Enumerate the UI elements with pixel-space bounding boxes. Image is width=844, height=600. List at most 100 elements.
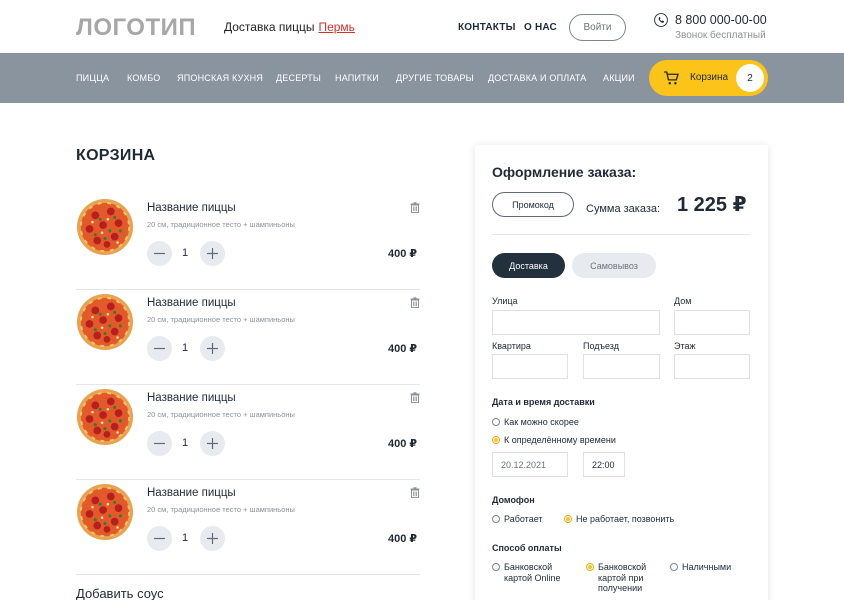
apartment-label: Квартира [492, 341, 531, 351]
pizza-image [76, 483, 134, 541]
order-sum-value: 1 225 ₽ [677, 194, 747, 216]
cart-button[interactable]: Корзина 2 [649, 60, 768, 96]
radio-intercom-works-label[interactable]: Работает [504, 514, 543, 525]
trash-icon[interactable] [410, 202, 420, 213]
radio-intercom-broken-label[interactable]: Не работает, позвонить [576, 514, 674, 525]
trash-icon[interactable] [410, 487, 420, 498]
item-price: 400 ₽ [388, 248, 418, 260]
time-input[interactable] [583, 452, 625, 477]
apartment-input[interactable] [492, 354, 568, 379]
date-input[interactable] [492, 452, 568, 477]
item-description: 20 см, традиционное тесто + шампиньоны [147, 505, 295, 514]
item-price: 400 ₽ [388, 533, 418, 545]
trash-icon[interactable] [410, 392, 420, 403]
house-input[interactable] [674, 310, 750, 335]
nav-item-other[interactable]: ДРУГИЕ ТОВАРЫ [396, 73, 474, 83]
floor-input[interactable] [674, 354, 750, 379]
radio-intercom-works[interactable] [492, 515, 500, 523]
radio-scheduled[interactable] [492, 436, 500, 444]
phone-subtitle: Звонок бесплатный [675, 30, 766, 41]
plus-icon [207, 438, 218, 449]
datetime-title: Дата и время доставки [492, 397, 595, 407]
decrease-button[interactable] [147, 336, 172, 361]
minus-icon [154, 347, 165, 350]
increase-button[interactable] [200, 241, 225, 266]
intercom-title: Домофон [492, 495, 535, 505]
decrease-button[interactable] [147, 241, 172, 266]
divider [76, 574, 420, 575]
item-description: 20 см, традиционное тесто + шампиньоны [147, 315, 295, 324]
cart-item: Название пиццы 20 см, традиционное тесто… [76, 480, 420, 575]
item-name: Название пиццы [147, 487, 236, 499]
cart-item: Название пиццы 20 см, традиционное тесто… [76, 385, 420, 480]
radio-card-courier[interactable] [586, 563, 594, 571]
pizza-image [76, 388, 134, 446]
decrease-button[interactable] [147, 526, 172, 551]
contacts-link[interactable]: КОНТАКТЫ [458, 22, 516, 33]
plus-icon [207, 248, 218, 259]
nav-item-pizza[interactable]: ПИЦЦА [76, 73, 109, 83]
promo-button[interactable]: Промокод [492, 192, 574, 217]
order-panel: Оформление заказа: Промокод Сумма заказа… [475, 145, 768, 600]
plus-icon [207, 343, 218, 354]
decrease-button[interactable] [147, 431, 172, 456]
nav-item-promo[interactable]: АКЦИИ [603, 73, 635, 83]
street-input[interactable] [492, 310, 660, 335]
plus-icon [207, 533, 218, 544]
entrance-label: Подъезд [583, 341, 619, 351]
radio-asap-label[interactable]: Как можно скорее [504, 417, 579, 428]
radio-card-online-label[interactable]: Банковской картой Online [504, 562, 579, 583]
item-quantity: 1 [182, 437, 189, 449]
radio-scheduled-label[interactable]: К определённому времени [504, 435, 616, 446]
minus-icon [154, 442, 165, 445]
pizza-image [76, 293, 134, 351]
radio-cash-label[interactable]: Наличными [682, 562, 731, 573]
divider [492, 234, 750, 235]
order-title: Оформление заказа: [492, 164, 637, 180]
tab-pickup[interactable]: Самовывоз [572, 253, 656, 278]
delivery-info: Доставка пиццы Пермь [224, 20, 355, 34]
tab-delivery[interactable]: Доставка [492, 253, 565, 278]
main-nav: ПИЦЦА КОМБО ЯПОНСКАЯ КУХНЯ ДЕСЕРТЫ НАПИТ… [0, 53, 844, 103]
nav-item-desserts[interactable]: ДЕСЕРТЫ [276, 73, 321, 83]
increase-button[interactable] [200, 526, 225, 551]
item-name: Название пиццы [147, 202, 236, 214]
nav-item-delivery[interactable]: ДОСТАВКА И ОПЛАТА [488, 73, 587, 83]
nav-item-japanese[interactable]: ЯПОНСКАЯ КУХНЯ [177, 73, 263, 83]
house-label: Дом [674, 296, 692, 306]
floor-label: Этаж [674, 341, 696, 351]
item-quantity: 1 [182, 532, 189, 544]
nav-item-combo[interactable]: КОМБО [127, 73, 160, 83]
cart-count-badge: 2 [736, 64, 764, 92]
item-name: Название пиццы [147, 392, 236, 404]
item-description: 20 см, традиционное тесто + шампиньоны [147, 220, 295, 229]
increase-button[interactable] [200, 336, 225, 361]
item-name: Название пиццы [147, 297, 236, 309]
login-button[interactable]: Войти [569, 14, 626, 41]
entrance-input[interactable] [583, 354, 660, 379]
item-quantity: 1 [182, 247, 189, 259]
phone-number[interactable]: 8 800 000-00-00 [675, 13, 767, 27]
order-sum-label: Сумма заказа: [586, 203, 661, 215]
item-price: 400 ₽ [388, 438, 418, 450]
logo[interactable]: ЛОГОТИП [76, 14, 196, 42]
cart-icon [663, 71, 679, 85]
delivery-text: Доставка пиццы [224, 20, 315, 34]
nav-item-drinks[interactable]: НАПИТКИ [335, 73, 379, 83]
add-sauce-heading: Добавить соус [76, 586, 164, 600]
trash-icon[interactable] [410, 297, 420, 308]
item-description: 20 см, традиционное тесто + шампиньоны [147, 410, 295, 419]
city-link[interactable]: Пермь [318, 20, 354, 34]
cart-label: Корзина [690, 72, 729, 83]
radio-intercom-broken[interactable] [564, 515, 572, 523]
minus-icon [154, 537, 165, 540]
radio-card-online[interactable] [492, 563, 500, 571]
minus-icon [154, 252, 165, 255]
increase-button[interactable] [200, 431, 225, 456]
street-label: Улица [492, 296, 518, 306]
radio-cash[interactable] [670, 563, 678, 571]
about-link[interactable]: О НАС [524, 22, 557, 33]
radio-card-courier-label[interactable]: Банковской картой при получении [598, 562, 660, 594]
radio-asap[interactable] [492, 418, 500, 426]
cart-item: Название пиццы 20 см, традиционное тесто… [76, 290, 420, 385]
